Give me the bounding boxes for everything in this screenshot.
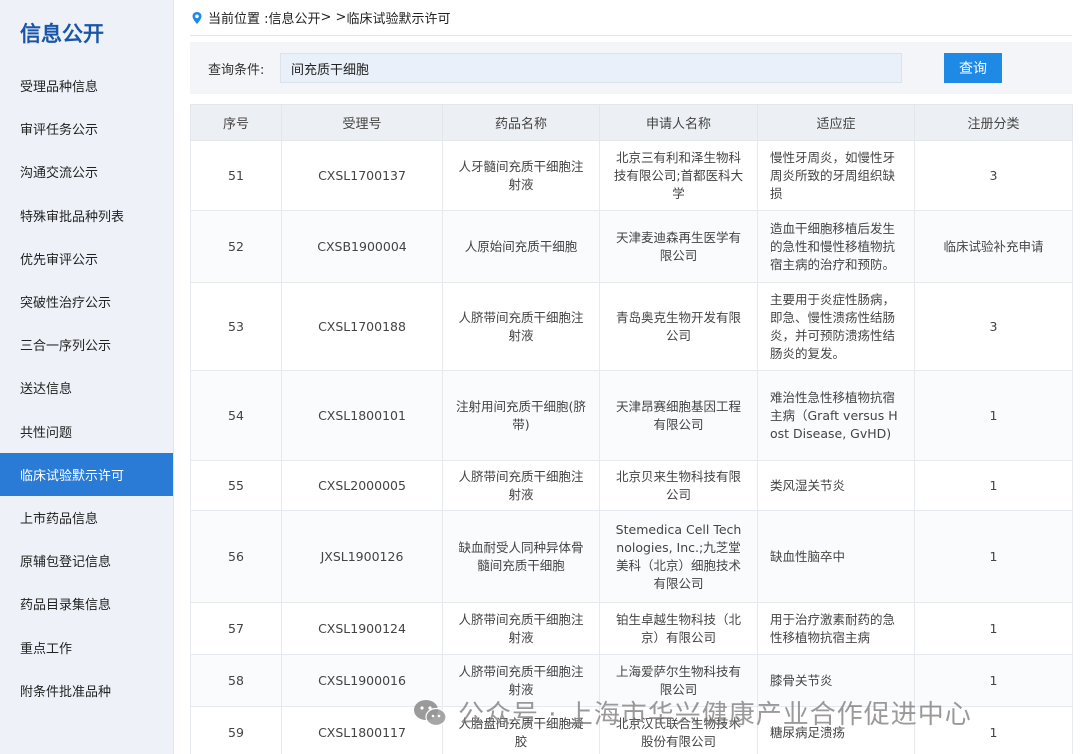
cell-drug-name: 人牙髓间充质干细胞注射液 xyxy=(442,140,600,211)
column-header: 序号 xyxy=(190,104,282,141)
cell-seq: 59 xyxy=(190,706,282,754)
cell-category: 3 xyxy=(914,282,1073,371)
search-bar: 查询条件: 查询 xyxy=(190,42,1072,94)
cell-acceptance-no: CXSL1800101 xyxy=(281,370,443,461)
search-label: 查询条件: xyxy=(208,62,265,78)
cell-acceptance-no: CXSL1900124 xyxy=(281,602,443,655)
column-header: 药品名称 xyxy=(442,104,600,141)
cell-seq: 56 xyxy=(190,510,282,603)
sidebar-item[interactable]: 审评任务公示 xyxy=(0,107,173,150)
watermark: 公众号 · 上海市华兴健康产业合作促进中心 xyxy=(412,694,972,731)
sidebar-item[interactable]: 附条件批准品种 xyxy=(0,669,173,712)
sidebar-item[interactable]: 优先审评公示 xyxy=(0,237,173,280)
cell-category: 1 xyxy=(914,370,1073,461)
sidebar-item[interactable]: 沟通交流公示 xyxy=(0,150,173,193)
sidebar-item[interactable]: 受理品种信息 xyxy=(0,64,173,107)
cell-applicant: 天津麦迪森再生医学有限公司 xyxy=(599,210,758,283)
breadcrumb-current: 临床试验默示许可 xyxy=(346,12,451,27)
cell-seq: 52 xyxy=(190,210,282,283)
table-header-row: 序号 受理号 药品名称 申请人名称 适应症 注册分类 xyxy=(190,104,1073,141)
sidebar-item[interactable]: 特殊审批品种列表 xyxy=(0,194,173,237)
table-row: 54 CXSL1800101 注射用间充质干细胞(脐带) 天津昂赛细胞基因工程有限公司… xyxy=(190,370,1073,461)
wechat-icon xyxy=(414,699,447,726)
sidebar-item[interactable]: 突破性治疗公示 xyxy=(0,280,173,323)
cell-drug-name: 缺血耐受人同种异体骨髓间充质干细胞 xyxy=(442,510,600,603)
cell-indication: 难治性急性移植物抗宿主病（Graft versus Host Disease, … xyxy=(757,370,915,461)
cell-acceptance-no: JXSL1900126 xyxy=(281,510,443,603)
sidebar-item[interactable]: 药品目录集信息 xyxy=(0,582,173,625)
sidebar-item[interactable]: 三合一序列公示 xyxy=(0,323,173,366)
sidebar-item[interactable]: 临床试验默示许可 xyxy=(0,452,173,496)
cell-indication: 缺血性脑卒中 xyxy=(757,510,915,603)
cell-applicant: 青岛奥克生物开发有限公司 xyxy=(599,282,758,371)
table-row: 52 CXSB1900004 人原始间充质干细胞 天津麦迪森再生医学有限公司 造血干细胞… xyxy=(190,210,1073,283)
sidebar-item[interactable]: 送达信息 xyxy=(0,366,173,409)
cell-drug-name: 人脐带间充质干细胞注射液 xyxy=(442,460,600,511)
cell-seq: 58 xyxy=(190,654,282,707)
cell-category: 3 xyxy=(914,140,1073,211)
cell-applicant: 北京三有利和泽生物科技有限公司;首都医科大学 xyxy=(599,140,758,211)
watermark-text: 公众号 · 上海市华兴健康产业合作促进中心 xyxy=(458,700,972,730)
main-content: 当前位置 : 信息公开 > > 临床试验默示许可 查询条件: 查询 序号受理号药… xyxy=(190,0,1073,754)
cell-drug-name: 注射用间充质干细胞(脐带) xyxy=(442,370,600,461)
column-header: 适应症 xyxy=(757,104,915,141)
sidebar-nav: 受理品种信息 审评任务公示 沟通交流公示 特殊审批品种列表 优先审评公示 突破性治疗公示三… xyxy=(0,64,173,712)
cell-seq: 53 xyxy=(190,282,282,371)
cell-drug-name: 人脐带间充质干细胞注射液 xyxy=(442,282,600,371)
breadcrumb-prefix: 当前位置 : xyxy=(208,12,269,27)
table-row: 56 JXSL1900126 缺血耐受人同种异体骨髓间充质干细胞 Stemedica … xyxy=(190,510,1073,603)
search-input[interactable] xyxy=(280,53,902,83)
cell-acceptance-no: CXSL2000005 xyxy=(281,460,443,511)
cell-acceptance-no: CXSB1900004 xyxy=(281,210,443,283)
column-header: 注册分类 xyxy=(914,104,1073,141)
column-header: 申请人名称 xyxy=(599,104,758,141)
sidebar-item[interactable]: 共性问题 xyxy=(0,410,173,453)
cell-applicant: 铂生卓越生物科技（北京）有限公司 xyxy=(599,602,758,655)
cell-seq: 54 xyxy=(190,370,282,461)
column-header: 受理号 xyxy=(281,104,443,141)
breadcrumb-separator: > > xyxy=(320,10,347,25)
cell-acceptance-no: CXSL1700137 xyxy=(281,140,443,211)
cell-applicant: 北京贝来生物科技有限公司 xyxy=(599,460,758,511)
sidebar-item[interactable]: 上市药品信息 xyxy=(0,496,173,539)
table-row: 51 CXSL1700137 人牙髓间充质干细胞注射液 北京三有利和泽生物科技有限公司… xyxy=(190,140,1073,211)
cell-seq: 57 xyxy=(190,602,282,655)
sidebar-item[interactable]: 重点工作 xyxy=(0,625,173,668)
breadcrumb-section[interactable]: 信息公开 xyxy=(269,8,321,27)
table-row: 57 CXSL1900124 人脐带间充质干细胞注射液 铂生卓越生物科技（北京）有限公… xyxy=(190,602,1073,655)
sidebar-item[interactable]: 原辅包登记信息 xyxy=(0,539,173,582)
cell-indication: 主要用于炎症性肠病，即急、慢性溃疡性结肠炎，并可预防溃疡性结肠炎的复发。 xyxy=(757,282,915,371)
cell-indication: 类风湿关节炎 xyxy=(757,460,915,511)
sidebar: 信息公开 受理品种信息 审评任务公示 沟通交流公示 特殊审批品种列表 优先审评公示 突破性… xyxy=(0,0,174,754)
cell-acceptance-no: CXSL1700188 xyxy=(281,282,443,371)
table-row: 55 CXSL2000005 人脐带间充质干细胞注射液 北京贝来生物科技有限公司 类风湿… xyxy=(190,460,1073,511)
cell-seq: 55 xyxy=(190,460,282,511)
cell-applicant: 天津昂赛细胞基因工程有限公司 xyxy=(599,370,758,461)
cell-indication: 造血干细胞移植后发生的急性和慢性移植物抗宿主病的治疗和预防。 xyxy=(757,210,915,283)
cell-category: 临床试验补充申请 xyxy=(914,210,1073,283)
cell-applicant: Stemedica Cell Technologies, Inc.;九芝堂美科（… xyxy=(599,510,758,603)
cell-drug-name: 人脐带间充质干细胞注射液 xyxy=(442,602,600,655)
table-body: 51 CXSL1700137 人牙髓间充质干细胞注射液 北京三有利和泽生物科技有限公司… xyxy=(190,140,1073,754)
cell-category: 1 xyxy=(914,460,1073,511)
table-row: 53 CXSL1700188 人脐带间充质干细胞注射液 青岛奥克生物开发有限公司 主要用… xyxy=(190,282,1073,371)
sidebar-title: 信息公开 xyxy=(20,22,104,46)
cell-indication: 用于治疗激素耐药的急性移植物抗宿主病 xyxy=(757,602,915,655)
search-button[interactable]: 查询 xyxy=(944,53,1002,83)
location-pin-icon xyxy=(192,11,202,24)
cell-indication: 慢性牙周炎，如慢性牙周炎所致的牙周组织缺损 xyxy=(757,140,915,211)
cell-drug-name: 人原始间充质干细胞 xyxy=(442,210,600,283)
cell-seq: 51 xyxy=(190,140,282,211)
cell-category: 1 xyxy=(914,510,1073,603)
breadcrumb: 当前位置 : 信息公开 > > 临床试验默示许可 xyxy=(190,0,1072,36)
results-table: 序号 受理号 药品名称 申请人名称 适应症 注册分类 51 CXSL1700137 人牙髓间充… xyxy=(190,104,1073,754)
cell-category: 1 xyxy=(914,602,1073,655)
